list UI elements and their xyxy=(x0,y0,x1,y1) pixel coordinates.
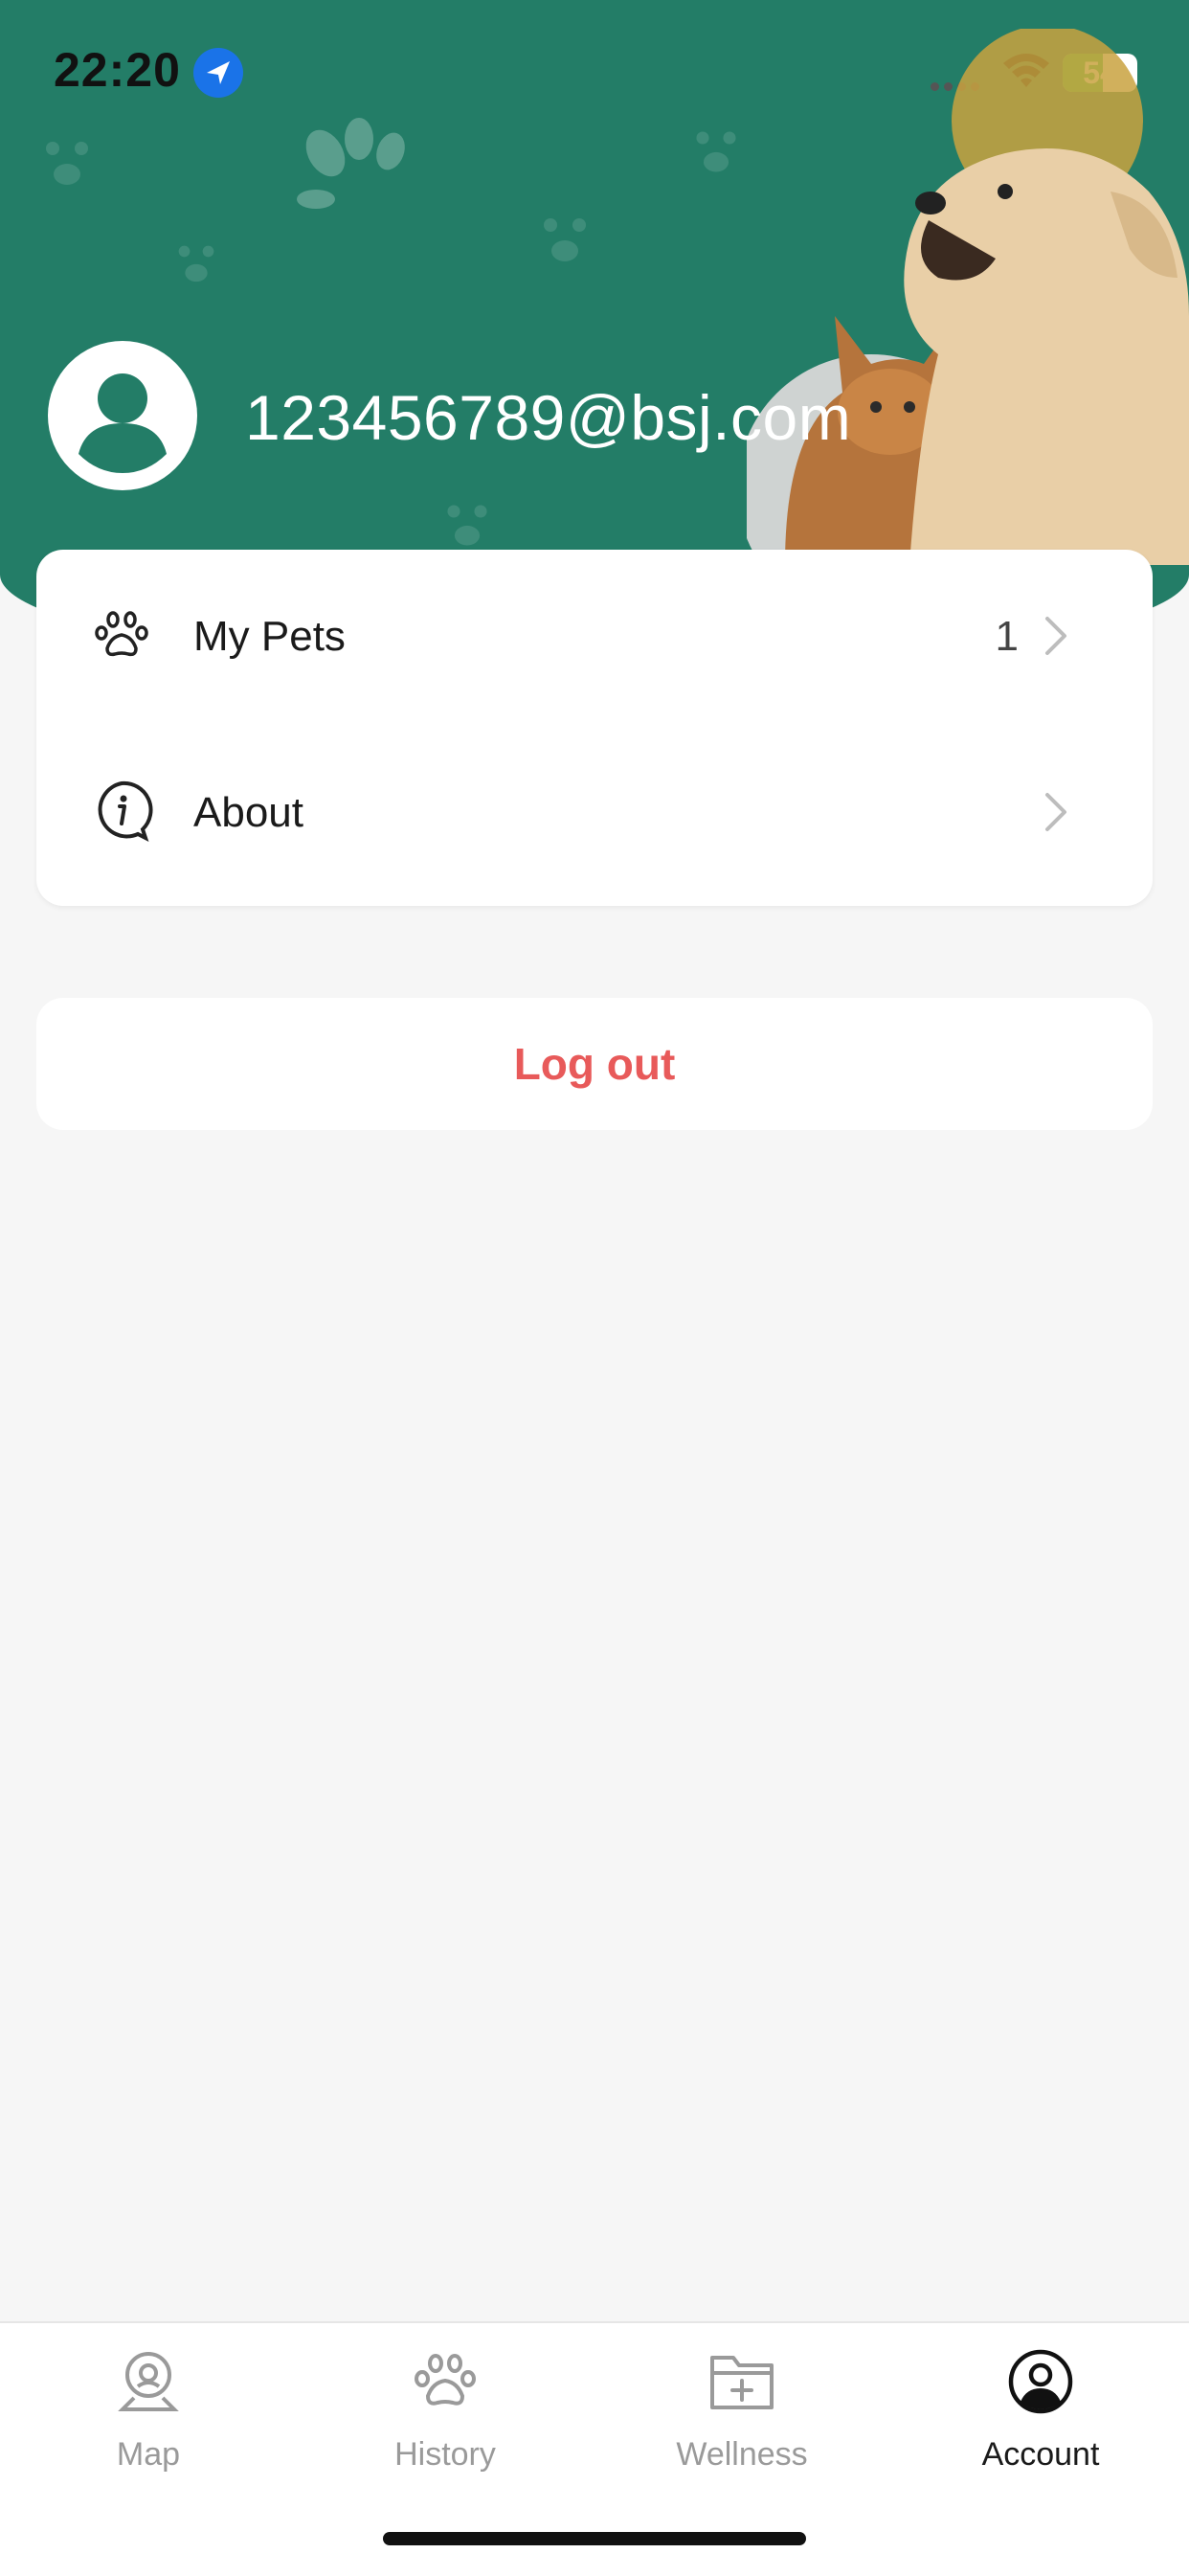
user-circle-icon xyxy=(1008,2349,1073,2414)
chevron-right-icon xyxy=(1045,793,1066,831)
tab-label: Map xyxy=(116,2436,181,2473)
paw-pattern-icon xyxy=(178,245,214,282)
tab-history[interactable]: History xyxy=(297,2323,594,2515)
tab-map[interactable]: Map xyxy=(0,2323,297,2515)
paw-pattern-icon xyxy=(447,505,487,546)
paw-pattern-icon xyxy=(297,118,405,209)
pets-illustration xyxy=(747,29,1189,565)
menu-item-label: About xyxy=(193,789,303,836)
paw-icon xyxy=(415,2354,476,2406)
logout-button[interactable]: Log out xyxy=(36,998,1153,1130)
tab-label: Wellness xyxy=(676,2436,808,2473)
account-email: 123456789@bsj.com xyxy=(245,382,852,453)
folder-plus-icon xyxy=(710,2356,774,2409)
chevron-right-icon xyxy=(1045,617,1066,655)
pets-count: 1 xyxy=(995,613,1019,660)
menu-item-label: My Pets xyxy=(193,613,346,660)
paw-pattern-icon xyxy=(46,142,88,185)
user-avatar-icon xyxy=(79,373,167,473)
tab-label: History xyxy=(394,2436,496,2473)
account-menu-card: My Pets 1 About xyxy=(36,550,1153,906)
paw-pattern-icon xyxy=(696,131,736,172)
home-indicator[interactable] xyxy=(383,2532,806,2545)
avatar[interactable] xyxy=(48,341,197,490)
info-icon xyxy=(98,780,153,842)
paw-icon xyxy=(95,611,148,657)
map-pin-icon xyxy=(118,2352,179,2411)
tab-label: Account xyxy=(981,2436,1100,2473)
menu-item-about[interactable]: About xyxy=(36,730,1153,902)
status-time: 22:20 xyxy=(54,43,181,97)
tab-account[interactable]: Account xyxy=(892,2323,1189,2515)
location-arrow-icon xyxy=(193,48,243,98)
paw-pattern-icon xyxy=(544,218,586,261)
tab-wellness[interactable]: Wellness xyxy=(594,2323,890,2515)
menu-item-my-pets[interactable]: My Pets 1 xyxy=(36,550,1153,722)
